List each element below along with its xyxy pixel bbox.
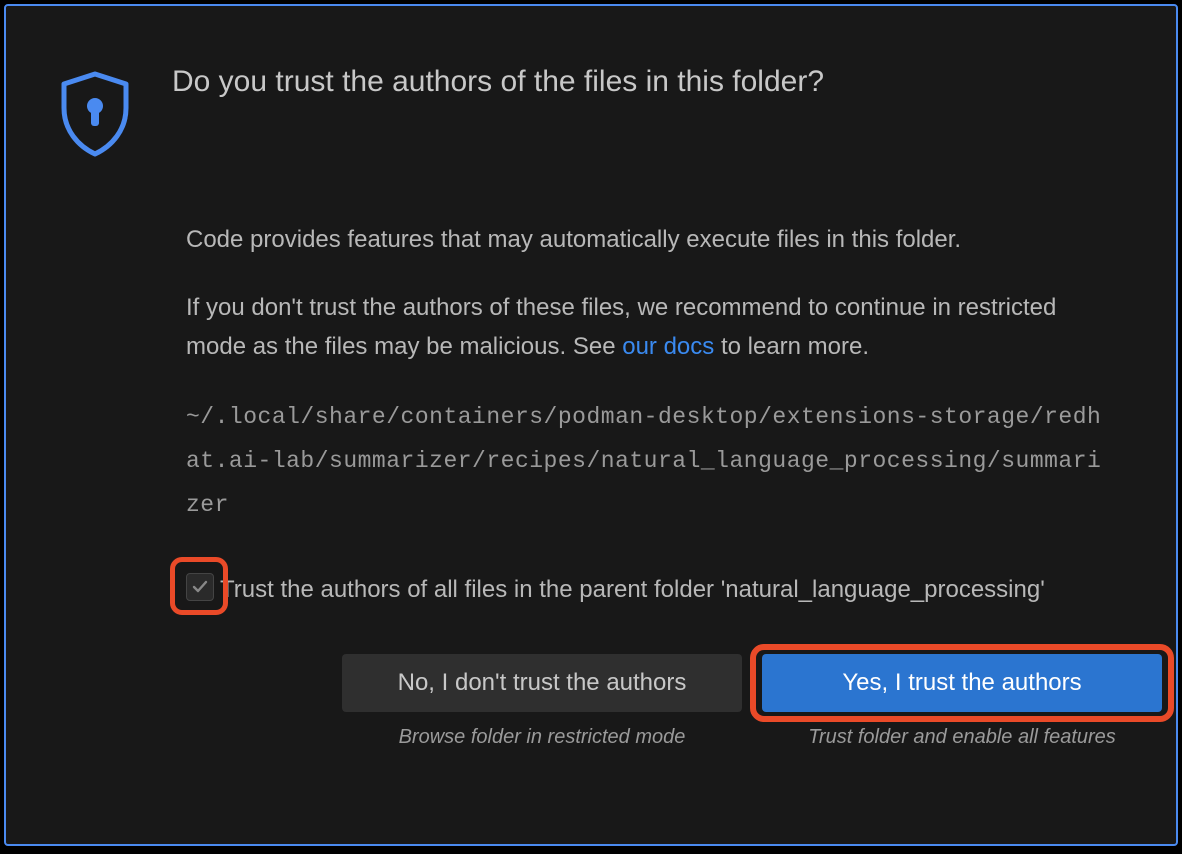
buttons-row: No, I don't trust the authors Browse fol… <box>342 654 1104 749</box>
check-icon <box>191 578 209 596</box>
shield-icon <box>56 68 134 165</box>
yes-button-caption: Trust folder and enable all features <box>808 726 1116 749</box>
no-button-group: No, I don't trust the authors Browse fol… <box>342 654 742 749</box>
paragraph-auto-execute: Code provides features that may automati… <box>186 221 1104 259</box>
docs-link[interactable]: our docs <box>622 333 714 360</box>
trust-parent-checkbox[interactable] <box>186 573 214 601</box>
no-button-caption: Browse folder in restricted mode <box>399 726 686 749</box>
trust-parent-row: Trust the authors of all files in the pa… <box>186 571 1104 609</box>
workspace-trust-dialog: Do you trust the authors of the files in… <box>4 4 1178 846</box>
paragraph-restricted-suffix: to learn more. <box>714 333 869 360</box>
dialog-header: Do you trust the authors of the files in… <box>54 62 1128 165</box>
yes-trust-button[interactable]: Yes, I trust the authors <box>762 654 1162 712</box>
yes-button-group: Yes, I trust the authors Trust folder an… <box>762 654 1162 749</box>
dialog-title: Do you trust the authors of the files in… <box>172 62 824 101</box>
paragraph-restricted-mode: If you don't trust the authors of these … <box>186 289 1104 366</box>
dialog-content: Code provides features that may automati… <box>186 221 1104 749</box>
no-trust-button[interactable]: No, I don't trust the authors <box>342 654 742 712</box>
folder-path: ~/.local/share/containers/podman-desktop… <box>186 396 1104 527</box>
trust-parent-label: Trust the authors of all files in the pa… <box>220 571 1045 609</box>
